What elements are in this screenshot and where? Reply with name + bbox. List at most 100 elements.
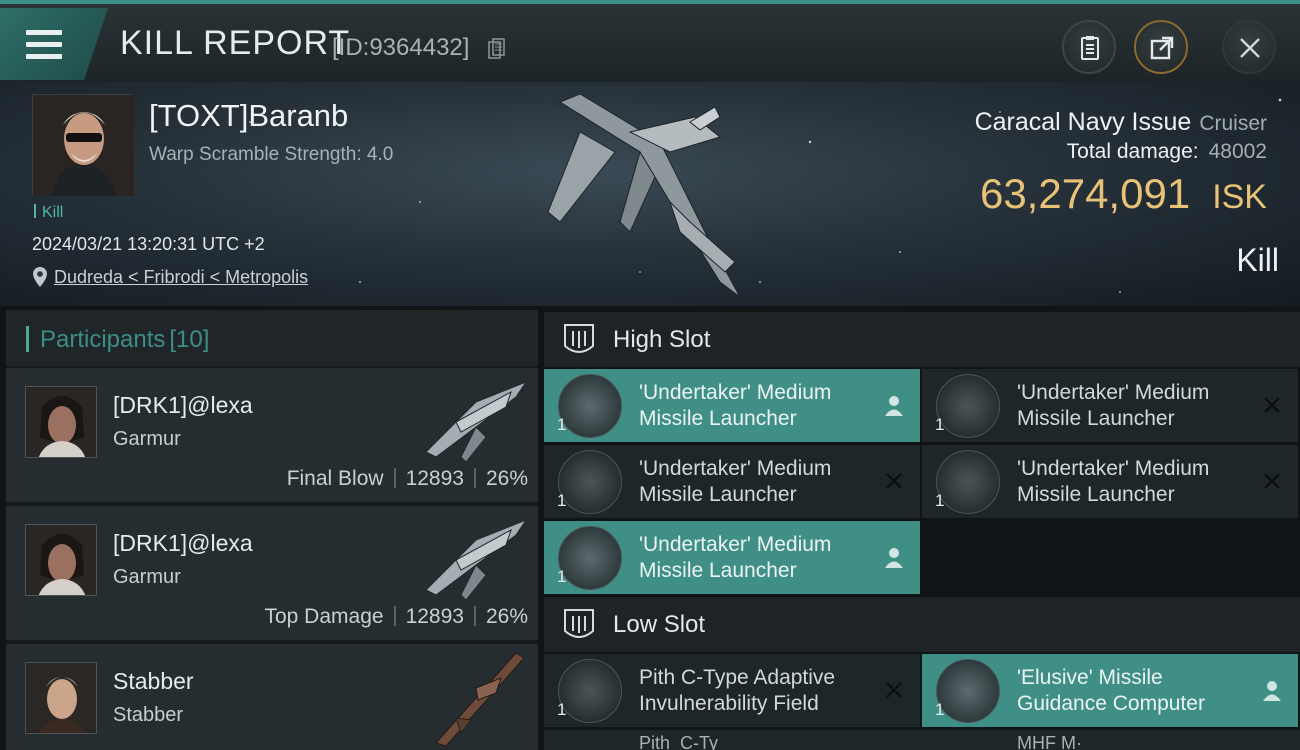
module-name-line2: Missile Launcher: [1017, 483, 1175, 506]
participants-header: Participants [10]: [6, 310, 538, 366]
garmur-ship-image: [425, 380, 528, 462]
page-title: KILL REPORT: [120, 24, 351, 62]
module-quantity: 1: [935, 415, 945, 434]
destroyed-x-icon: [886, 473, 902, 489]
module-item[interactable]: 1 'Elusive' Missile Guidance Computer: [922, 654, 1298, 727]
participant-avatar[interactable]: [25, 662, 97, 734]
module-item[interactable]: 1 'Undertaker' Medium Missile Launcher: [922, 369, 1298, 442]
module-name: 'Undertaker' Medium Missile Launcher: [639, 456, 879, 508]
warp-scramble-strength: Warp Scramble Strength: 4.0: [149, 144, 394, 165]
participant-stats: Final Blow 12893 26%: [287, 467, 528, 491]
victim-panel: [TOXT]Baranb Warp Scramble Strength: 4.0…: [0, 82, 1300, 306]
participant-percent: 26%: [485, 467, 528, 490]
module-name: Pith C-Type Adaptive Invulnerability Fiel…: [639, 665, 879, 717]
module-item[interactable]: 1 'Undertaker' Medium Missile Launcher: [544, 521, 920, 594]
low-slot-header: Low Slot: [544, 597, 1300, 652]
participant-name[interactable]: [DRK1]@lexa: [113, 530, 253, 557]
module-item[interactable]: 1 Pith C-Type Adaptive Invulnerability Fi…: [544, 654, 920, 727]
partial-module-row: Pith C-Ty MHF M·: [544, 730, 1300, 750]
high-slot-label: High Slot: [613, 326, 711, 353]
total-damage-value: 48002: [1208, 140, 1267, 163]
high-slot-icon: [564, 324, 594, 353]
module-quantity: 1: [557, 567, 567, 586]
participant-row[interactable]: [DRK1]@lexa Garmur Top Damage 12893 26%: [6, 506, 538, 640]
isk-value: 63,274,091 ISK: [980, 170, 1267, 218]
missile-launcher-icon: [558, 450, 622, 514]
destroyed-x-icon: [1264, 397, 1280, 413]
dropped-person-icon: [885, 396, 903, 416]
stat-divider: [473, 606, 476, 626]
module-name-line2: Guidance Computer: [1017, 692, 1205, 715]
module-name-line2: Missile Launcher: [639, 407, 797, 430]
high-slot-header: High Slot: [544, 312, 1300, 367]
participant-row[interactable]: [DRK1]@lexa Garmur Final Blow 12893 26%: [6, 368, 538, 502]
module-name-line2: Missile Launcher: [639, 559, 797, 582]
missile-launcher-icon: [936, 450, 1000, 514]
participant-percent: 26%: [485, 605, 528, 628]
participant-damage: 12893: [405, 605, 464, 628]
participant-row[interactable]: Stabber Stabber: [6, 644, 538, 750]
module-name-line1: 'Undertaker' Medium: [1017, 457, 1210, 480]
module-item[interactable]: 1 'Undertaker' Medium Missile Launcher: [544, 369, 920, 442]
close-button[interactable]: [1222, 20, 1276, 74]
missile-launcher-icon: [558, 374, 622, 438]
invulnerability-field-icon: [558, 659, 622, 723]
participant-name[interactable]: [DRK1]@lexa: [113, 392, 253, 419]
empty-slot: [922, 521, 1298, 594]
module-item[interactable]: 1 'Undertaker' Medium Missile Launcher: [544, 445, 920, 518]
module-item[interactable]: 1 'Undertaker' Medium Missile Launcher: [922, 445, 1298, 518]
close-icon: [1240, 38, 1260, 58]
pilot-portrait-icon: [33, 95, 134, 196]
menu-button[interactable]: [0, 8, 108, 80]
victim-ship-image: [547, 93, 741, 298]
module-name: 'Undertaker' Medium Missile Launcher: [1017, 456, 1257, 508]
total-damage: Total damage: 48002: [1067, 140, 1267, 164]
destroyed-x-icon: [1264, 473, 1280, 489]
dropped-person-icon: [885, 548, 903, 568]
location-link[interactable]: Dudreda < Fribrodi < Metropolis: [54, 267, 308, 288]
location-pin-icon: [33, 267, 47, 287]
module-quantity: 1: [935, 491, 945, 510]
guidance-computer-icon: [936, 659, 1000, 723]
module-name: 'Undertaker' Medium Missile Launcher: [1017, 380, 1257, 432]
victim-portrait[interactable]: [32, 94, 134, 196]
hamburger-icon: [26, 30, 62, 59]
missile-launcher-icon: [558, 526, 622, 590]
dropped-person-icon: [1263, 681, 1281, 701]
participant-ship: Garmur: [113, 566, 181, 588]
ship-class: Cruiser: [1199, 112, 1267, 135]
module-name-line2: Missile Launcher: [639, 483, 797, 506]
kill-datetime: 2024/03/21 13:20:31 UTC +2: [32, 234, 265, 254]
ship-name-text: Caracal Navy Issue: [974, 108, 1192, 136]
participant-avatar[interactable]: [25, 386, 97, 458]
victim-ship-name[interactable]: Caracal Navy Issue Cruiser: [975, 108, 1267, 137]
stat-divider: [393, 468, 396, 488]
stat-divider: [393, 606, 396, 626]
participants-title: Participants [10]: [40, 326, 209, 354]
clipboard-button[interactable]: [1062, 20, 1116, 74]
participant-role: Final Blow: [286, 467, 384, 490]
participants-count: [10]: [169, 326, 210, 353]
total-damage-label: Total damage:: [1066, 140, 1199, 163]
partial-module[interactable]: MHF M·: [922, 730, 1298, 750]
share-icon: [1150, 36, 1174, 60]
low-slot-grid: 1 Pith C-Type Adaptive Invulnerability Fi…: [544, 652, 1300, 727]
low-slot-label: Low Slot: [613, 611, 706, 638]
clipboard-icon: [1081, 36, 1099, 60]
participant-ship: Garmur: [113, 428, 181, 450]
module-quantity: 1: [935, 700, 945, 719]
victim-name[interactable]: [TOXT]Baranb: [149, 98, 348, 134]
stabber-ship-image: [435, 652, 525, 747]
module-name: 'Undertaker' Medium Missile Launcher: [639, 532, 879, 584]
share-button[interactable]: [1134, 20, 1188, 74]
fitting-panel: High Slot 1 'Undertaker' Medium Missile L…: [544, 312, 1300, 750]
copy-icon[interactable]: [488, 38, 506, 60]
participant-avatar[interactable]: [25, 524, 97, 596]
kill-tag: Kill: [34, 204, 63, 222]
result-label: Kill: [1236, 242, 1279, 278]
stat-divider: [473, 468, 476, 488]
module-name-line1: 'Undertaker' Medium: [1017, 381, 1210, 404]
partial-module[interactable]: Pith C-Ty: [544, 730, 920, 750]
high-slot-grid: 1 'Undertaker' Medium Missile Launcher 1 …: [544, 367, 1300, 594]
participant-name[interactable]: Stabber: [113, 668, 194, 695]
